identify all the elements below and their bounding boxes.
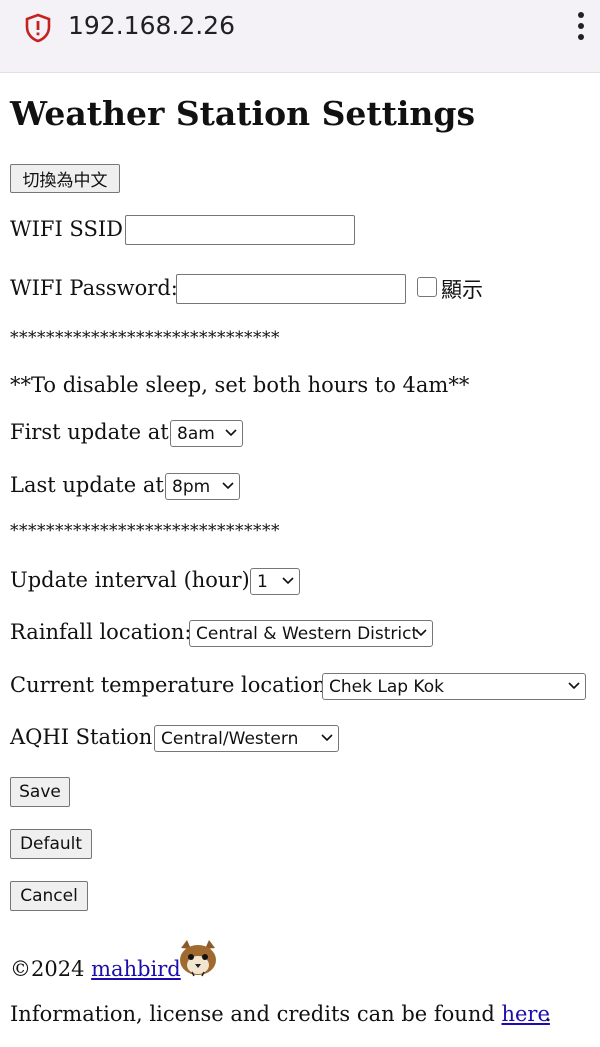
first-update-select[interactable]: 8am — [170, 420, 243, 447]
copyright-text: ©2024 — [10, 957, 85, 981]
rainfall-select[interactable]: Central & Western District — [189, 620, 433, 647]
default-button[interactable]: Default — [10, 829, 92, 859]
url-text[interactable]: 192.168.2.26 — [68, 11, 235, 40]
temperature-value: Chek Lap Kok — [329, 676, 444, 697]
switch-language-button[interactable]: 切換為中文 — [10, 164, 120, 193]
site-info-shield-icon[interactable] — [24, 13, 52, 43]
temperature-select[interactable]: Chek Lap Kok — [322, 673, 586, 700]
aqhi-label: AQHI Station: — [10, 725, 160, 749]
last-update-select[interactable]: 8pm — [165, 473, 240, 500]
chevron-down-icon — [568, 682, 580, 690]
browser-address-bar: 192.168.2.26 — [0, 0, 600, 73]
sleep-note: **To disable sleep, set both hours to 4a… — [10, 373, 470, 397]
show-password-checkbox[interactable] — [417, 277, 437, 297]
interval-select[interactable]: 1 — [250, 568, 300, 595]
chevron-down-icon — [222, 482, 234, 490]
author-link[interactable]: mahbird — [91, 957, 181, 981]
chevron-down-icon — [321, 734, 333, 742]
bird-mascot-icon — [180, 940, 216, 977]
last-update-label: Last update at: — [10, 473, 171, 497]
chevron-down-icon — [415, 629, 427, 637]
interval-value: 1 — [257, 571, 268, 592]
cancel-button[interactable]: Cancel — [10, 881, 88, 911]
chevron-down-icon — [282, 577, 294, 585]
wifi-password-input[interactable] — [176, 274, 406, 304]
save-button[interactable]: Save — [10, 777, 70, 807]
separator-top: ****************************** — [10, 328, 280, 348]
first-update-value: 8am — [177, 423, 215, 444]
show-password-label: 顯示 — [441, 278, 483, 302]
more-options-icon[interactable] — [571, 12, 591, 46]
wifi-ssid-input[interactable] — [125, 215, 355, 245]
last-update-value: 8pm — [172, 476, 211, 497]
wifi-password-label: WIFI Password: — [10, 276, 178, 300]
info-line: Information, license and credits can be … — [10, 1002, 552, 1026]
aqhi-select[interactable]: Central/Western — [154, 725, 339, 752]
temperature-label: Current temperature location: — [10, 673, 334, 697]
chevron-down-icon — [225, 429, 237, 437]
interval-label: Update interval (hour): — [10, 568, 257, 592]
first-update-label: First update at: — [10, 420, 176, 444]
page-title: Weather Station Settings — [10, 94, 476, 133]
separator-bottom: ****************************** — [10, 521, 280, 541]
rainfall-label: Rainfall location: — [10, 620, 192, 644]
info-period: . — [544, 1002, 552, 1026]
info-here-link[interactable]: here — [501, 1002, 549, 1026]
aqhi-value: Central/Western — [161, 728, 299, 749]
rainfall-value: Central & Western District — [196, 623, 419, 644]
info-text: Information, license and credits can be … — [10, 1002, 495, 1026]
footer-credit: ©2024 mahbird — [10, 957, 181, 981]
wifi-ssid-label: WIFI SSID: — [10, 217, 131, 241]
